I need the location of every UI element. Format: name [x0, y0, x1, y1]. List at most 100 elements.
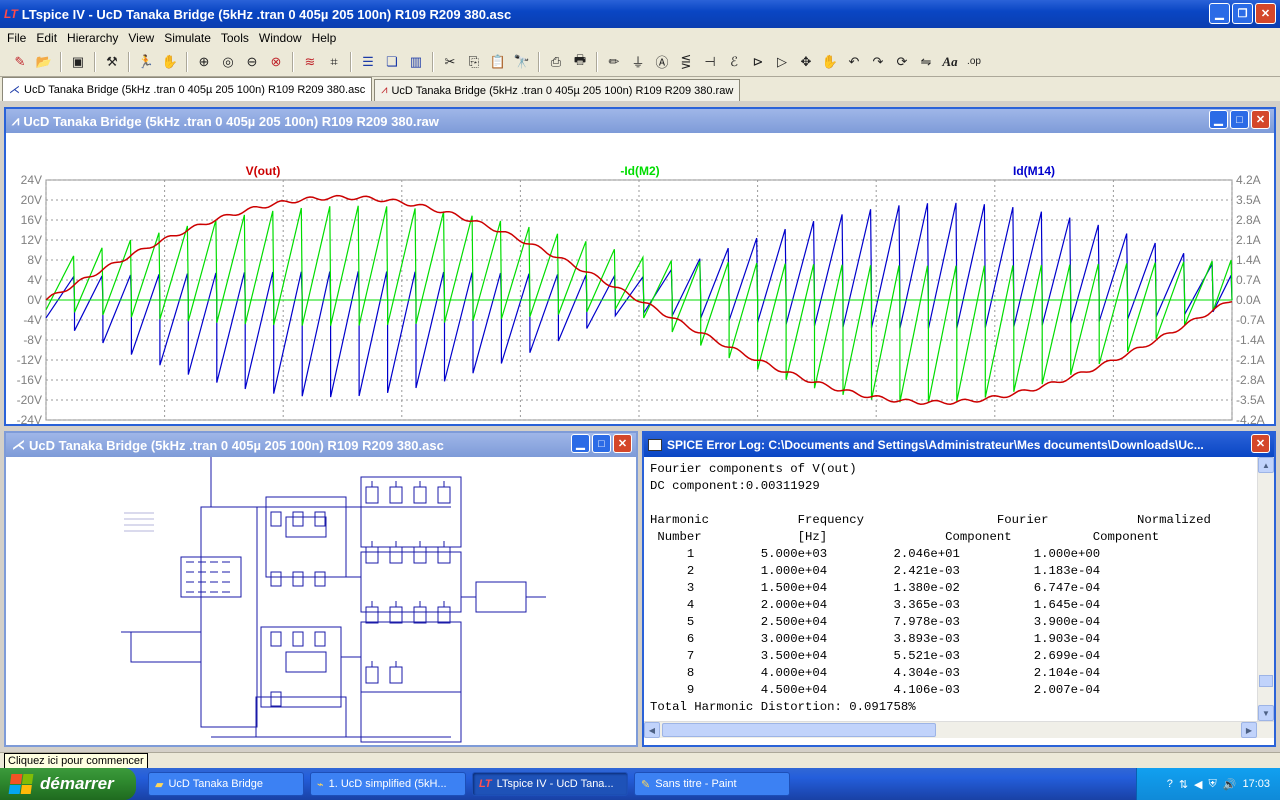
start-button[interactable]: démarrer — [0, 768, 136, 800]
log-line: 1 5.000e+03 2.046e+01 1.000e+00 — [650, 547, 1101, 561]
log-line: 4 2.000e+04 3.365e-03 1.645e-04 — [650, 598, 1101, 612]
tile-horizontal-icon[interactable]: ☰ — [358, 52, 378, 72]
scroll-right-button[interactable]: ▶ — [1241, 722, 1257, 738]
scroll-thumb[interactable] — [1259, 675, 1273, 687]
scroll-up-button[interactable]: ▲ — [1258, 457, 1274, 473]
menu-help[interactable]: Help — [307, 31, 342, 45]
waveform-window[interactable]: ⩘ UcD Tanaka Bridge (5kHz .tran 0 405µ 2… — [4, 107, 1276, 426]
resistor-icon[interactable]: ⋚ — [676, 52, 696, 72]
rotate-icon[interactable]: ⟳ — [892, 52, 912, 72]
folder-icon: ▰ — [155, 778, 164, 791]
schematic-window-title-bar[interactable]: ⋌ UcD Tanaka Bridge (5kHz .tran 0 405µ 2… — [6, 433, 636, 457]
network-icon[interactable]: ⇅ — [1179, 778, 1188, 791]
schematic-minimize-button[interactable]: ▁ — [571, 434, 590, 453]
legend-idm14[interactable]: Id(M14) — [1013, 164, 1055, 178]
horizontal-scrollbar[interactable]: ◀ ▶ — [644, 721, 1274, 738]
print-setup-icon[interactable]: ⎙ — [546, 52, 566, 72]
spice-directive-icon[interactable]: .op — [964, 52, 984, 72]
scroll-down-button[interactable]: ▼ — [1258, 705, 1274, 721]
drag-icon[interactable]: ✋ — [820, 52, 840, 72]
help-icon[interactable]: ? — [1167, 778, 1173, 790]
move-icon[interactable]: ✥ — [796, 52, 816, 72]
zoom-fit-icon[interactable]: ⌗ — [324, 52, 344, 72]
new-schematic-icon[interactable]: ✎ — [10, 52, 30, 72]
close-button[interactable]: ✕ — [1255, 3, 1276, 24]
halt-icon[interactable]: ✋ — [160, 52, 180, 72]
legend-vout[interactable]: V(out) — [246, 164, 281, 178]
y-tick-right: -2.8A — [1236, 373, 1265, 387]
redo-icon[interactable]: ↷ — [868, 52, 888, 72]
zoom-out-icon[interactable]: ⊖ — [242, 52, 262, 72]
hscroll-thumb[interactable] — [662, 723, 936, 737]
error-log-window[interactable]: SPICE Error Log: C:\Documents and Settin… — [642, 431, 1276, 747]
schematic-maximize-button[interactable]: □ — [592, 434, 611, 453]
schematic-window[interactable]: ⋌ UcD Tanaka Bridge (5kHz .tran 0 405µ 2… — [4, 431, 638, 747]
back-icon[interactable]: ◀ — [1194, 778, 1202, 791]
waveform-maximize-button[interactable]: □ — [1230, 110, 1249, 129]
menu-window[interactable]: Window — [254, 31, 307, 45]
mirror-icon[interactable]: ⇋ — [916, 52, 936, 72]
pan-icon[interactable]: ◎ — [218, 52, 238, 72]
copy-icon[interactable]: ⎘ — [464, 52, 484, 72]
menu-edit[interactable]: Edit — [31, 31, 62, 45]
y-tick-left: -16V — [17, 373, 42, 387]
y-tick-right: 1.4A — [1236, 253, 1261, 267]
error-log-close-button[interactable]: ✕ — [1251, 434, 1270, 453]
undo-icon[interactable]: ↶ — [844, 52, 864, 72]
draw-wire-icon[interactable]: ✏ — [604, 52, 624, 72]
y-tick-right: -3.5A — [1236, 393, 1265, 407]
menu-hierarchy[interactable]: Hierarchy — [62, 31, 123, 45]
print-icon[interactable]: 🖶 — [570, 52, 590, 72]
inductor-icon[interactable]: ℰ — [724, 52, 744, 72]
ground-icon[interactable]: ⏚ — [628, 52, 648, 72]
tile-vertical-icon[interactable]: ▥ — [406, 52, 426, 72]
vertical-scrollbar[interactable]: ▲ ▼ — [1257, 457, 1274, 721]
menu-file[interactable]: File — [2, 31, 31, 45]
cut-icon[interactable]: ✂ — [440, 52, 460, 72]
document-tabs: ⋌ UcD Tanaka Bridge (5kHz .tran 0 405µ 2… — [0, 77, 1280, 101]
task-ltspice[interactable]: LT LTspice IV - UcD Tana... — [472, 772, 628, 796]
waveform-icon: ⩘ — [381, 84, 388, 96]
scroll-left-button[interactable]: ◀ — [644, 722, 660, 738]
control-panel-icon[interactable]: ⚒ — [102, 52, 122, 72]
run-icon[interactable]: 🏃 — [136, 52, 156, 72]
error-log-title-bar[interactable]: SPICE Error Log: C:\Documents and Settin… — [644, 433, 1274, 457]
label-net-icon[interactable]: Ⓐ — [652, 52, 672, 72]
open-icon[interactable]: 📂 — [34, 52, 54, 72]
waveform-minimize-button[interactable]: ▁ — [1209, 110, 1228, 129]
text-icon[interactable]: Aa — [940, 52, 960, 72]
log-line: Harmonic Frequency Fourier Normalized — [650, 513, 1248, 527]
schematic-close-button[interactable]: ✕ — [613, 434, 632, 453]
menu-simulate[interactable]: Simulate — [159, 31, 216, 45]
y-tick-right: 0.7A — [1236, 273, 1261, 287]
zoom-cancel-icon[interactable]: ⊗ — [266, 52, 286, 72]
zoom-in-icon[interactable]: ⊕ — [194, 52, 214, 72]
find-icon[interactable]: 🔭 — [512, 52, 532, 72]
schematic-canvas[interactable] — [6, 457, 636, 745]
menu-view[interactable]: View — [123, 31, 159, 45]
tab-schematic[interactable]: ⋌ UcD Tanaka Bridge (5kHz .tran 0 405µ 2… — [2, 77, 373, 101]
tab-waveform[interactable]: ⩘ UcD Tanaka Bridge (5kHz .tran 0 405µ 2… — [374, 79, 741, 101]
component-icon[interactable]: ▷ — [772, 52, 792, 72]
volume-icon[interactable]: 🔊 — [1223, 778, 1237, 791]
waveform-plot[interactable]: 24V 4.2A 20V 3.5A 16V 2.8A 12V 2.1A 8V 1.4A 4V 0.7A… — [6, 133, 1274, 424]
legend-idm2[interactable]: -Id(M2) — [620, 164, 659, 178]
waveform-close-button[interactable]: ✕ — [1251, 110, 1270, 129]
paste-icon[interactable]: 📋 — [488, 52, 508, 72]
diode-icon[interactable]: ⊳ — [748, 52, 768, 72]
task-ucd-folder[interactable]: ▰ UcD Tanaka Bridge — [148, 772, 304, 796]
menu-tools[interactable]: Tools — [216, 31, 254, 45]
log-line: 7 3.500e+04 5.521e-03 2.699e-04 — [650, 649, 1101, 663]
waveform-window-title-bar[interactable]: ⩘ UcD Tanaka Bridge (5kHz .tran 0 405µ 2… — [6, 109, 1274, 133]
autorange-icon[interactable]: ≋ — [300, 52, 320, 72]
y-tick-left: -12V — [17, 353, 42, 367]
cascade-icon[interactable]: ❏ — [382, 52, 402, 72]
task-ucd-simplified[interactable]: ⌁ 1. UcD simplified (5kH... — [310, 772, 466, 796]
shield-icon[interactable]: ⛨ — [1209, 778, 1217, 791]
minimize-button[interactable]: ▁ — [1209, 3, 1230, 24]
task-paint[interactable]: ✎ Sans titre - Paint — [634, 772, 790, 796]
capacitor-icon[interactable]: ⊣ — [700, 52, 720, 72]
status-bar — [0, 752, 1280, 768]
save-icon[interactable]: ▣ — [68, 52, 88, 72]
restore-button[interactable]: ❐ — [1232, 3, 1253, 24]
